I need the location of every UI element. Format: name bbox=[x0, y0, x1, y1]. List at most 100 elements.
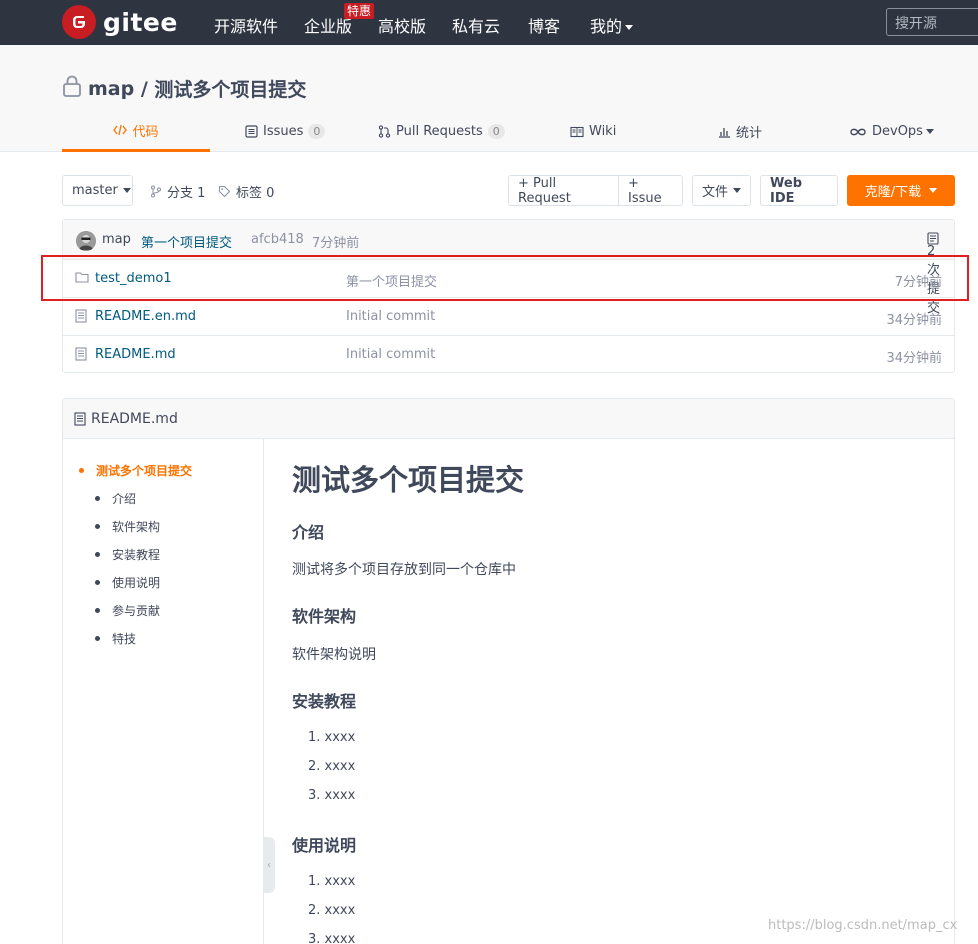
nav-education[interactable]: 高校版 bbox=[378, 13, 426, 37]
bullet-icon bbox=[95, 580, 100, 585]
tab-issues[interactable]: Issues 0 bbox=[245, 111, 326, 152]
pull-request-icon bbox=[378, 125, 391, 138]
bullet-icon bbox=[95, 636, 100, 641]
file-menu-label: 文件 bbox=[702, 185, 729, 200]
branches-link[interactable]: 分支 1 bbox=[150, 182, 205, 201]
table-row[interactable]: README.md Initial commit 34分钟前 bbox=[63, 336, 954, 374]
nav-private-cloud[interactable]: 私有云 bbox=[452, 13, 500, 37]
file-menu-button[interactable]: 文件 bbox=[692, 175, 751, 206]
search-input[interactable]: 搜开源 bbox=[886, 8, 978, 36]
list-item: 2. xxxx bbox=[308, 903, 356, 918]
new-pull-request-button[interactable]: + Pull Request bbox=[508, 175, 619, 206]
tab-pull-requests-label: Pull Requests bbox=[396, 124, 483, 139]
top-navbar: gitee 开源软件 企业版 特惠 高校版 私有云 博客 我的 搜开源 bbox=[0, 0, 978, 45]
file-commit-time: 34分钟前 bbox=[886, 351, 942, 366]
file-icon bbox=[75, 309, 87, 327]
tab-stats-label: 统计 bbox=[736, 126, 763, 141]
nav-open-source[interactable]: 开源软件 bbox=[214, 13, 278, 37]
infinity-icon bbox=[850, 128, 866, 135]
commits-count-link[interactable]: 2 次提交 bbox=[927, 232, 944, 316]
section-text: 软件架构说明 bbox=[292, 647, 376, 663]
web-ide-button[interactable]: Web IDE bbox=[760, 175, 838, 206]
toc-collapse-handle[interactable]: ‹ bbox=[263, 837, 275, 893]
watermark: https://blog.csdn.net/map_cx bbox=[768, 918, 958, 933]
toc-item[interactable]: 介绍 bbox=[95, 490, 136, 507]
list-item: 3. xxxx bbox=[308, 932, 356, 944]
toc-item[interactable]: 安装教程 bbox=[95, 546, 160, 563]
new-pull-request-label: + Pull Request bbox=[518, 175, 571, 206]
bullet-icon bbox=[79, 468, 84, 473]
tab-pull-requests[interactable]: Pull Requests 0 bbox=[378, 111, 505, 152]
file-commit-message[interactable]: Initial commit bbox=[346, 347, 435, 362]
section-heading: 使用说明 bbox=[292, 836, 357, 855]
branch-select[interactable]: master bbox=[62, 175, 133, 206]
toc-item-label: 安装教程 bbox=[112, 548, 161, 562]
tab-stats[interactable]: 统计 bbox=[718, 111, 762, 152]
readme-toc: 测试多个项目提交 介绍 软件架构 安装教程 使用说明 参与贡献 特技 bbox=[63, 439, 264, 944]
chevron-left-icon: ‹ bbox=[267, 859, 271, 871]
web-ide-label: Web IDE bbox=[770, 175, 802, 206]
tag-icon bbox=[218, 185, 231, 198]
chevron-down-icon bbox=[625, 25, 634, 30]
tags-link[interactable]: 标签 0 bbox=[218, 182, 274, 201]
list-item: 1. xxxx bbox=[308, 874, 356, 889]
toc-item-label: 软件架构 bbox=[112, 520, 161, 534]
toc-item[interactable]: 测试多个项目提交 bbox=[79, 462, 192, 479]
nav-mine-label: 我的 bbox=[590, 17, 623, 36]
section-heading: 介绍 bbox=[292, 523, 325, 542]
repo-name-link[interactable]: 测试多个项目提交 bbox=[154, 75, 306, 102]
branch-icon bbox=[151, 185, 161, 198]
tab-code[interactable]: 代码 bbox=[62, 111, 210, 152]
toc-item-label: 介绍 bbox=[112, 492, 137, 506]
new-issue-label: + Issue bbox=[628, 175, 662, 206]
annotation-highlight-box bbox=[41, 255, 969, 301]
toc-item[interactable]: 使用说明 bbox=[95, 574, 160, 591]
nav-mine[interactable]: 我的 bbox=[590, 13, 634, 37]
tab-devops-label: DevOps bbox=[872, 124, 923, 139]
book-icon bbox=[570, 126, 584, 137]
issues-icon bbox=[245, 125, 258, 138]
file-name-link[interactable]: README.md bbox=[95, 347, 176, 362]
bar-chart-icon bbox=[719, 127, 730, 138]
clone-download-button[interactable]: 克隆/下载 bbox=[847, 175, 955, 206]
toc-item[interactable]: 软件架构 bbox=[95, 518, 160, 535]
repo-owner-link[interactable]: map bbox=[88, 78, 134, 100]
readme-filename: README.md bbox=[91, 410, 178, 427]
lock-icon bbox=[62, 75, 82, 102]
file-commit-message[interactable]: Initial commit bbox=[346, 309, 435, 324]
branch-select-label: master bbox=[72, 183, 118, 198]
toc-item[interactable]: 特技 bbox=[95, 630, 136, 647]
toc-item[interactable]: 参与贡献 bbox=[95, 602, 160, 619]
toc-item-label: 特技 bbox=[112, 632, 137, 646]
gitee-logo[interactable]: gitee bbox=[62, 4, 178, 40]
bullet-icon bbox=[95, 608, 100, 613]
issues-count-badge: 0 bbox=[308, 124, 326, 139]
toc-item-label: 参与贡献 bbox=[112, 604, 161, 618]
chevron-down-icon bbox=[733, 188, 741, 193]
promo-badge: 特惠 bbox=[344, 3, 375, 19]
chevron-down-icon bbox=[929, 188, 938, 193]
file-icon bbox=[74, 411, 86, 426]
repo-separator: / bbox=[134, 77, 155, 100]
commit-hash[interactable]: afcb418 bbox=[251, 232, 304, 247]
tab-devops[interactable]: DevOps bbox=[849, 111, 934, 152]
bullet-icon bbox=[95, 496, 100, 501]
section-heading: 软件架构 bbox=[292, 607, 357, 626]
branches-count: 分支 1 bbox=[167, 186, 206, 201]
commit-author[interactable]: map bbox=[102, 232, 131, 247]
avatar[interactable] bbox=[76, 231, 96, 251]
nav-blog[interactable]: 博客 bbox=[528, 13, 560, 37]
chevron-down-icon bbox=[122, 188, 131, 193]
repo-title: map / 测试多个项目提交 bbox=[62, 75, 306, 102]
commit-message-link[interactable]: 第一个项目提交 bbox=[141, 232, 232, 251]
new-issue-button[interactable]: + Issue bbox=[618, 175, 683, 206]
list-item: 1. xxxx bbox=[308, 730, 356, 745]
tab-wiki[interactable]: Wiki bbox=[570, 111, 616, 152]
file-name-link[interactable]: README.en.md bbox=[95, 309, 196, 324]
gitee-logo-icon bbox=[62, 5, 96, 39]
latest-commit-bar: map 第一个项目提交 afcb418 7分钟前 2 次提交 bbox=[63, 220, 954, 316]
clone-download-label: 克隆/下载 bbox=[864, 185, 922, 200]
toc-item-label: 测试多个项目提交 bbox=[96, 464, 193, 478]
repo-tabs: 代码 Issues 0 Pull Requests 0 Wiki 统计 DevO… bbox=[62, 111, 978, 152]
table-row[interactable]: README.en.md Initial commit 34分钟前 bbox=[63, 298, 954, 336]
